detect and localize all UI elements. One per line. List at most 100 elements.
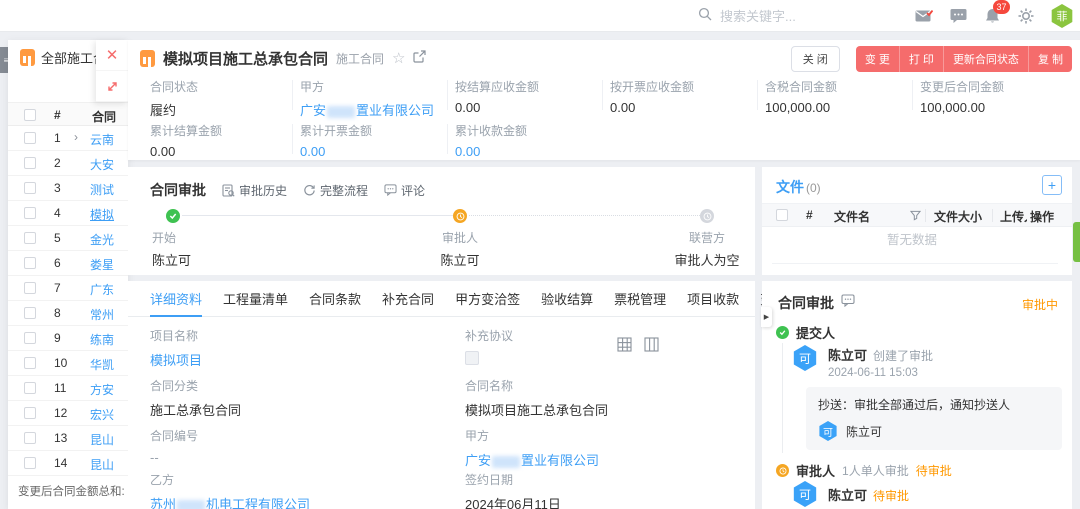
row-num: 4 — [54, 206, 61, 220]
contract-link-selected[interactable]: 模拟 — [90, 206, 128, 223]
files-select-all-checkbox[interactable] — [776, 209, 788, 221]
party-a-link[interactable]: 广安置业有限公司 — [300, 100, 434, 119]
tab-collection[interactable]: 项目收款 — [687, 281, 739, 317]
project-link[interactable]: 模拟项目 — [150, 350, 202, 369]
settings-gear-icon[interactable] — [1016, 6, 1036, 26]
change-button[interactable]: 变 更 — [856, 46, 900, 72]
tab-partya-change[interactable]: 甲方变洽签 — [455, 281, 520, 317]
row-checkbox[interactable] — [24, 132, 36, 144]
contract-link[interactable]: 广东 — [90, 281, 128, 298]
redacted-blur — [177, 500, 205, 509]
mail-icon[interactable] — [914, 6, 934, 26]
row-checkbox[interactable] — [24, 207, 36, 219]
row-checkbox[interactable] — [24, 282, 36, 294]
table-row[interactable]: 9练南 — [8, 326, 128, 351]
contract-link[interactable]: 昆山 — [90, 456, 128, 473]
comment-link[interactable]: 评论 — [384, 182, 425, 199]
tab-supplement[interactable]: 补充合同 — [382, 281, 434, 317]
open-external-icon[interactable] — [413, 50, 426, 68]
table-row[interactable]: 5金光 — [8, 226, 128, 251]
table-row[interactable]: 14昆山 — [8, 451, 128, 476]
cum-invoice-link[interactable]: 0.00 — [300, 144, 372, 159]
full-process-link[interactable]: 完整流程 — [303, 182, 368, 199]
table-row[interactable]: 4 模拟 — [8, 201, 128, 226]
table-row[interactable]: 10 华凯 — [8, 351, 128, 376]
field-label: 累计收款金额 — [455, 122, 527, 139]
chat-icon[interactable] — [948, 6, 968, 26]
row-checkbox[interactable] — [24, 357, 36, 369]
files-title: 文件 — [776, 177, 804, 197]
copy-button[interactable]: 复 制 — [1029, 46, 1072, 72]
step-person: 陈立可 — [400, 250, 520, 269]
contract-link[interactable]: 方安 — [90, 381, 128, 398]
side-green-tab[interactable] — [1073, 222, 1080, 262]
table-row[interactable]: 12宏兴 — [8, 401, 128, 426]
row-checkbox[interactable] — [24, 457, 36, 469]
contract-link[interactable]: 大安 — [90, 156, 128, 173]
tab-terms[interactable]: 合同条款 — [309, 281, 361, 317]
bell-icon[interactable]: 37 — [982, 6, 1002, 26]
column-view-icon[interactable] — [644, 337, 659, 352]
supplement-checkbox[interactable] — [465, 351, 479, 365]
table-row[interactable]: 13昆山 — [8, 426, 128, 451]
row-checkbox[interactable] — [24, 332, 36, 344]
field-value: 模拟项目施工总承包合同 — [465, 400, 608, 419]
row-checkbox[interactable] — [24, 382, 36, 394]
row-checkbox[interactable] — [24, 432, 36, 444]
select-all-checkbox[interactable] — [24, 109, 36, 121]
table-row[interactable]: 3测试 — [8, 176, 128, 201]
cc-avatar: 可 — [818, 421, 838, 441]
comment-bubble-icon[interactable] — [841, 294, 855, 312]
tab-detail[interactable]: 详细资料 — [150, 281, 202, 317]
contract-link[interactable]: 常州 — [90, 306, 128, 323]
user-avatar[interactable]: 菲 — [1050, 4, 1074, 28]
field-value: 0.00 — [455, 100, 539, 115]
grid-view-icon[interactable] — [617, 337, 632, 352]
row-checkbox[interactable] — [24, 257, 36, 269]
cum-receipt-link[interactable]: 0.00 — [455, 144, 527, 159]
row-expand-icon[interactable]: › — [74, 130, 78, 144]
row-num: 1 — [54, 131, 61, 145]
panel-collapse-handle[interactable]: ▶ — [761, 307, 772, 327]
tab-boq[interactable]: 工程量清单 — [223, 281, 288, 317]
party-b-link[interactable]: 苏州机电工程有限公司 — [150, 494, 310, 509]
close-list-button[interactable]: ✕ — [96, 40, 128, 71]
step-label: 联营方 — [657, 229, 757, 246]
row-num: 10 — [54, 356, 67, 370]
table-row[interactable]: 11方安 — [8, 376, 128, 401]
filter-funnel-icon[interactable] — [910, 210, 921, 224]
contract-link[interactable]: 云南 — [90, 131, 128, 148]
contract-link[interactable]: 金光 — [90, 231, 128, 248]
table-row[interactable]: 8常州 — [8, 301, 128, 326]
table-row[interactable]: 2大安 — [8, 151, 128, 176]
add-file-button[interactable]: + — [1042, 175, 1062, 195]
row-checkbox[interactable] — [24, 182, 36, 194]
row-checkbox[interactable] — [24, 407, 36, 419]
tab-tax[interactable]: 票税管理 — [614, 281, 666, 317]
favorite-star-icon[interactable]: ☆ — [392, 51, 405, 66]
contract-link[interactable]: 娄星 — [90, 256, 128, 273]
step-label: 审批人 — [400, 229, 520, 246]
row-checkbox[interactable] — [24, 307, 36, 319]
table-row[interactable]: 7广东 — [8, 276, 128, 301]
row-checkbox[interactable] — [24, 157, 36, 169]
field-value: -- — [150, 450, 198, 465]
tab-acceptance[interactable]: 验收结算 — [541, 281, 593, 317]
approval-history-link[interactable]: 审批历史 — [222, 182, 287, 199]
row-checkbox[interactable] — [24, 232, 36, 244]
close-button[interactable]: 关 闭 — [791, 46, 840, 72]
expand-list-button[interactable] — [96, 71, 128, 102]
party-a-link[interactable]: 广安置业有限公司 — [465, 450, 599, 469]
table-row[interactable]: 6娄星 — [8, 251, 128, 276]
contract-link[interactable]: 测试 — [90, 181, 128, 198]
field-party-a: 甲方 广安置业有限公司 — [465, 427, 599, 469]
contract-link[interactable]: 华凯 — [90, 356, 128, 373]
contract-link[interactable]: 宏兴 — [90, 406, 128, 423]
contract-link[interactable]: 昆山 — [90, 431, 128, 448]
search-input[interactable] — [720, 9, 870, 24]
contract-link[interactable]: 练南 — [90, 331, 128, 348]
table-row[interactable]: 1 › 云南 — [8, 126, 128, 151]
update-status-button[interactable]: 更新合同状态 — [944, 46, 1029, 72]
list-window-controls: ✕ — [96, 40, 128, 102]
print-button[interactable]: 打 印 — [900, 46, 944, 72]
